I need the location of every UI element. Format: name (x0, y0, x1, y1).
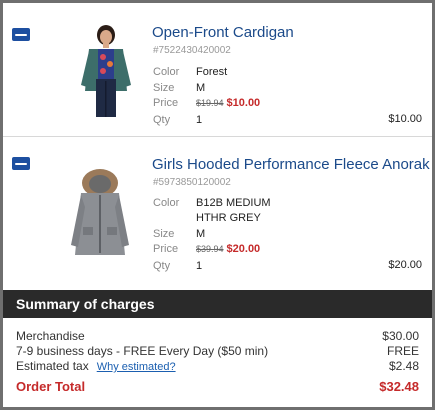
oldnavy-badge-icon (12, 28, 30, 41)
why-estimated-link[interactable]: Why estimated? (97, 361, 176, 373)
size-label: Size (153, 228, 175, 240)
order-total-label: Order Total (16, 379, 86, 394)
price-label: Price (153, 97, 179, 109)
color-label: Color (153, 66, 180, 78)
shipping-row: 7-9 business days - FREE Every Day ($50 … (16, 344, 419, 358)
product-title-link[interactable]: Girls Hooded Performance Fleece Anorak (152, 156, 430, 173)
price-value: $19.94 $10.00 (196, 96, 260, 110)
price-value: $39.94 $20.00 (196, 242, 260, 256)
size-value: M (196, 228, 206, 240)
product-title-link[interactable]: Open-Front Cardigan (152, 24, 294, 41)
line-total: $10.00 (388, 113, 422, 125)
product-image-cardigan[interactable] (65, 23, 147, 121)
summary-heading: Summary of charges (3, 290, 432, 318)
sale-price: $10.00 (226, 97, 261, 109)
qty-label: Qty (153, 260, 171, 272)
size-label: Size (153, 82, 175, 94)
color-value-line1: B12B MEDIUM (196, 197, 271, 209)
product-sku: #5973850120002 (153, 177, 231, 188)
line-total: $20.00 (388, 259, 422, 271)
original-price: $19.94 (196, 98, 224, 108)
qty-label: Qty (153, 114, 171, 126)
shipping-value: FREE (386, 344, 419, 358)
color-label: Color (153, 197, 180, 209)
sale-price: $20.00 (226, 243, 261, 255)
original-price: $39.94 (196, 244, 224, 254)
tax-value: $2.48 (388, 359, 419, 373)
merchandise-label: Merchandise (16, 329, 85, 343)
color-value: Forest (196, 66, 228, 78)
size-value: M (196, 82, 206, 94)
merchandise-row: Merchandise $30.00 (16, 329, 419, 343)
order-total-row: Order Total $32.48 (16, 379, 419, 394)
color-value-line2: HTHR GREY (196, 212, 261, 224)
merchandise-value: $30.00 (382, 329, 419, 343)
shipping-label: 7-9 business days - FREE Every Day ($50 … (16, 344, 269, 358)
cart-item: Open-Front Cardigan #7522430420002 Color… (3, 3, 432, 137)
oldnavy-badge-icon (12, 157, 30, 170)
qty-value: 1 (196, 260, 203, 272)
order-review-panel: Open-Front Cardigan #7522430420002 Color… (3, 3, 432, 407)
product-image-anorak[interactable] (65, 167, 135, 263)
product-sku: #7522430420002 (153, 45, 231, 56)
tax-row: Estimated tax Why estimated? $2.48 (16, 359, 419, 373)
qty-value: 1 (196, 114, 203, 126)
tax-label: Estimated tax (16, 359, 89, 373)
cart-item: Girls Hooded Performance Fleece Anorak #… (3, 137, 432, 287)
price-label: Price (153, 243, 179, 255)
order-total-value: $32.48 (379, 379, 419, 394)
